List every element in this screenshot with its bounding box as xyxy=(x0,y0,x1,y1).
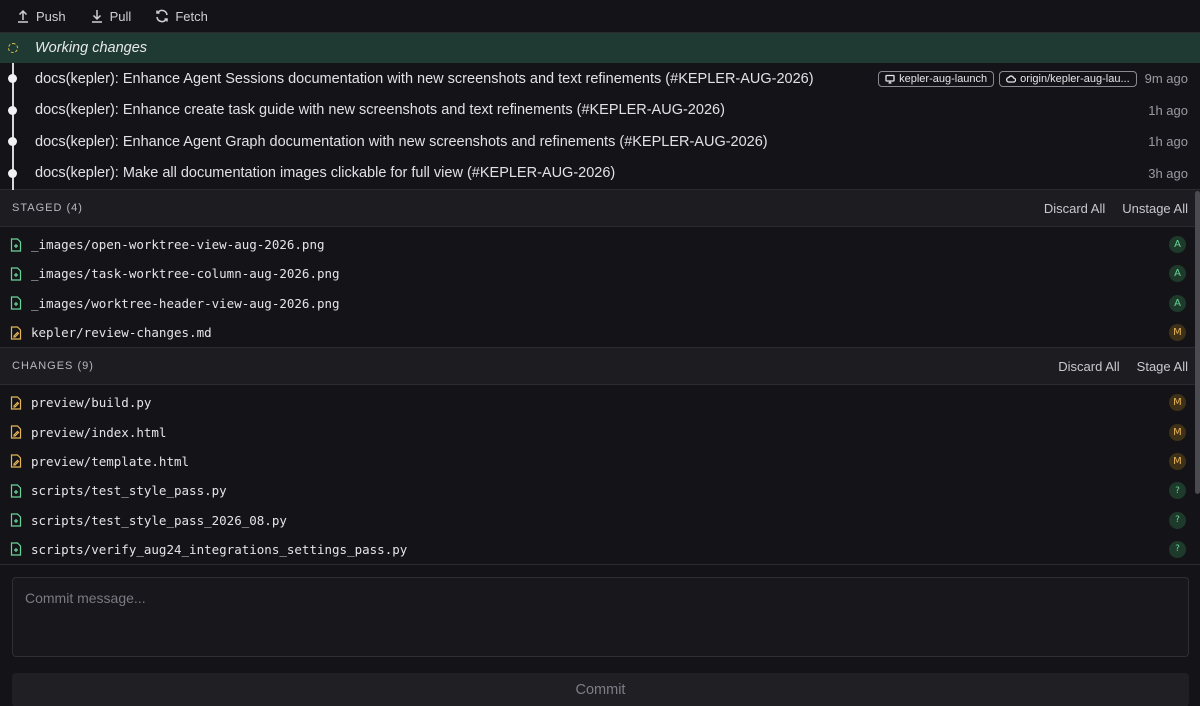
discard-all-staged-button[interactable]: Discard All xyxy=(1044,201,1105,216)
file-name: preview/build.py xyxy=(31,395,152,411)
working-changes-label: Working changes xyxy=(35,40,148,56)
file-name: scripts/test_style_pass_2026_08.py xyxy=(31,512,287,528)
commit-panel: Commit xyxy=(0,564,1200,706)
file-status-badge: ? xyxy=(1169,540,1186,558)
file-name: kepler/review-changes.md xyxy=(31,325,212,341)
file-name: _images/open-worktree-view-aug-2026.png xyxy=(31,237,325,253)
file-row[interactable]: scripts/test_style_pass_2026_08.py? xyxy=(0,505,1200,534)
file-modified-icon xyxy=(10,454,22,469)
refresh-icon xyxy=(156,9,169,23)
changes-file-list: preview/build.py Mpreview/index.html Mprev… xyxy=(0,385,1200,564)
commit-time: 1h ago xyxy=(1148,134,1188,150)
remote-branch-tag[interactable]: origin/kepler-aug-lau... xyxy=(999,70,1137,87)
remote-branch-name: origin/kepler-aug-lau... xyxy=(1020,72,1130,85)
file-name: _images/task-worktree-column-aug-2026.pn… xyxy=(31,266,340,282)
file-row[interactable]: _images/worktree-header-view-aug-2026.pn… xyxy=(0,289,1200,318)
commit-node xyxy=(8,105,17,115)
arrow-up-icon xyxy=(18,9,28,23)
pull-label: Pull xyxy=(109,8,132,24)
push-label: Push xyxy=(36,8,66,24)
commit-message: docs(kepler): Enhance Agent Graph docume… xyxy=(35,133,768,150)
local-branch-tag[interactable]: kepler-aug-launch xyxy=(878,70,995,87)
file-modified-icon xyxy=(10,325,22,340)
cloud-icon xyxy=(1006,75,1017,83)
file-modified-icon xyxy=(10,396,22,410)
file-status-badge: A xyxy=(1169,265,1186,283)
file-row[interactable]: scripts/verify_aug24_integrations_settin… xyxy=(0,535,1200,564)
commit-row[interactable]: docs(kepler): Enhance create task guide … xyxy=(0,95,1200,127)
file-row[interactable]: preview/build.py M xyxy=(0,388,1200,417)
local-branch-name: kepler-aug-launch xyxy=(899,72,988,85)
commit-row[interactable]: docs(kepler): Enhance Agent Graph docume… xyxy=(0,126,1200,158)
file-added-icon xyxy=(10,484,22,498)
file-name: scripts/verify_aug24_integrations_settin… xyxy=(31,541,408,557)
commit-node xyxy=(8,74,17,84)
file-status-badge: ? xyxy=(1169,511,1186,529)
file-status-badge: M xyxy=(1169,452,1186,470)
monitor-icon xyxy=(885,74,895,84)
toolbar: Push Pull Fetch xyxy=(0,0,1200,32)
file-row[interactable]: scripts/test_style_pass.py? xyxy=(0,476,1200,505)
file-added-icon xyxy=(10,267,22,281)
file-added-icon xyxy=(10,513,22,527)
commit-time: 3h ago xyxy=(1148,165,1188,181)
fetch-label: Fetch xyxy=(175,8,208,24)
stage-all-button[interactable]: Stage All xyxy=(1137,359,1188,374)
file-added-icon xyxy=(10,238,22,252)
file-name: preview/template.html xyxy=(31,453,190,469)
file-row[interactable]: preview/template.html M xyxy=(0,447,1200,476)
commit-message: docs(kepler): Enhance Agent Sessions doc… xyxy=(35,70,814,87)
file-status-badge: ? xyxy=(1169,482,1186,500)
commit-node xyxy=(8,137,17,147)
file-name: scripts/test_style_pass.py xyxy=(31,483,227,499)
commit-time: 1h ago xyxy=(1148,102,1188,118)
file-row[interactable]: _images/open-worktree-view-aug-2026.png A xyxy=(0,230,1200,259)
file-added-icon xyxy=(10,296,22,310)
staged-file-list: _images/open-worktree-view-aug-2026.png A… xyxy=(0,227,1200,348)
file-status-badge: A xyxy=(1169,236,1186,254)
arrow-down-icon xyxy=(91,10,102,23)
staged-header: STAGED (4) Discard All Unstage All xyxy=(0,189,1200,227)
changes-title: CHANGES (9) xyxy=(12,360,94,373)
discard-all-changes-button[interactable]: Discard All xyxy=(1058,359,1119,374)
commit-row[interactable]: docs(kepler): Make all documentation ima… xyxy=(0,158,1200,190)
scrollbar[interactable] xyxy=(1195,191,1200,494)
file-modified-icon xyxy=(10,425,22,439)
changes-header: CHANGES (9) Discard All Stage All xyxy=(0,347,1200,386)
file-status-badge: M xyxy=(1169,394,1186,412)
file-status-badge: A xyxy=(1169,294,1186,312)
file-row[interactable]: kepler/review-changes.md M xyxy=(0,318,1200,347)
file-status-badge: M xyxy=(1169,324,1186,342)
pull-button[interactable]: Pull xyxy=(90,8,132,24)
staged-title: STAGED (4) xyxy=(12,202,83,214)
commit-message: docs(kepler): Make all documentation ima… xyxy=(35,165,616,182)
commit-message-input[interactable] xyxy=(12,577,1189,657)
commit-button[interactable]: Commit xyxy=(12,673,1189,706)
commit-graph: Working changes docs(kepler): Enhance Ag… xyxy=(0,32,1200,190)
file-status-badge: M xyxy=(1169,423,1186,441)
commit-time: 9m ago xyxy=(1144,71,1188,87)
working-changes-row[interactable]: Working changes xyxy=(0,32,1200,63)
push-button[interactable]: Push xyxy=(16,9,66,24)
file-name: preview/index.html xyxy=(31,424,167,440)
working-node xyxy=(7,43,18,53)
commit-row[interactable]: docs(kepler): Enhance Agent Sessions doc… xyxy=(0,63,1200,95)
fetch-button[interactable]: Fetch xyxy=(155,9,208,24)
file-name: _images/worktree-header-view-aug-2026.pn… xyxy=(31,295,340,311)
file-row[interactable]: preview/index.html M xyxy=(0,417,1200,446)
unstage-all-button[interactable]: Unstage All xyxy=(1122,201,1188,216)
commit-message: docs(kepler): Enhance create task guide … xyxy=(35,102,725,119)
file-added-icon xyxy=(10,542,22,556)
file-row[interactable]: _images/task-worktree-column-aug-2026.pn… xyxy=(0,259,1200,288)
commit-node xyxy=(8,168,17,178)
